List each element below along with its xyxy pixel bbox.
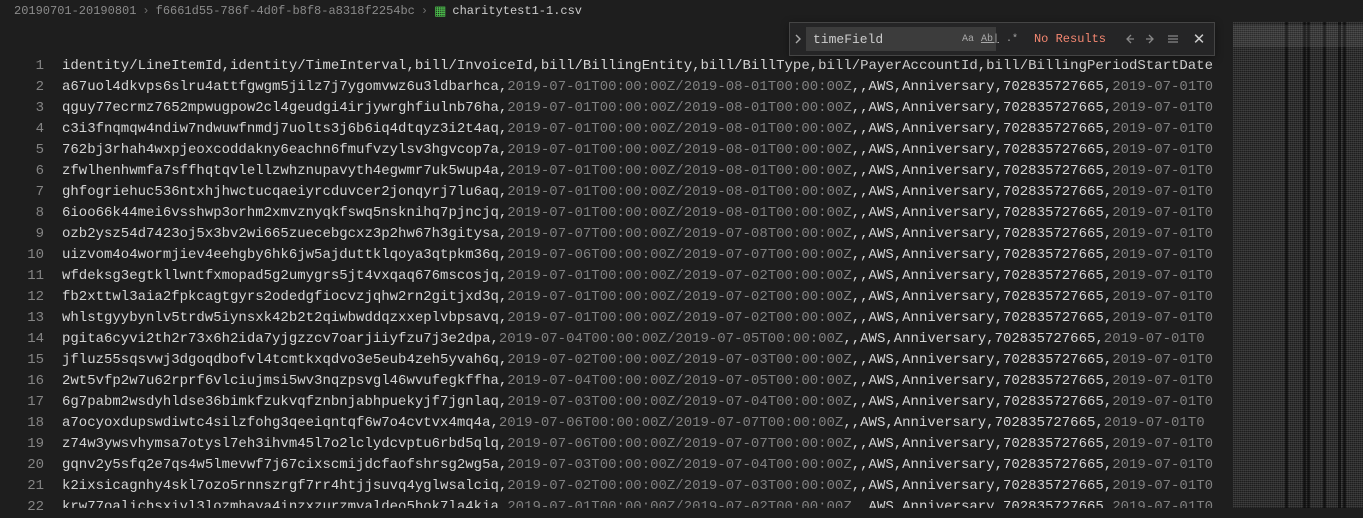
line-number: 15 xyxy=(0,350,62,371)
line-number: 3 xyxy=(0,98,62,119)
csv-header-row: identity/LineItemId,identity/TimeInterva… xyxy=(62,56,1363,77)
find-close-button[interactable]: ✕ xyxy=(1188,28,1210,50)
line-number-gutter: 12345678910111213141516171819202122 xyxy=(0,22,62,508)
find-in-selection-button[interactable] xyxy=(1162,28,1184,50)
find-widget: Aa Ab| .* No Results ✕ xyxy=(789,22,1215,56)
csv-data-row: c3i3fnqmqw4ndiw7ndwuwfnmdj7uolts3j6b6iq4… xyxy=(62,119,1363,140)
line-number: 4 xyxy=(0,119,62,140)
match-case-toggle[interactable]: Aa xyxy=(958,29,978,49)
minimap-col-marker xyxy=(1343,22,1346,508)
line-number: 8 xyxy=(0,203,62,224)
find-nav xyxy=(1114,28,1188,50)
line-number: 20 xyxy=(0,455,62,476)
line-number: 1 xyxy=(0,56,62,77)
line-number: 6 xyxy=(0,161,62,182)
close-icon: ✕ xyxy=(1193,30,1206,49)
csv-data-row: wfdeksg3egtkllwntfxmopad5g2umygrs5jt4vxq… xyxy=(62,266,1363,287)
arrow-left-icon xyxy=(1122,32,1136,46)
find-options: Aa Ab| .* xyxy=(958,29,1026,49)
breadcrumb-seg-file[interactable]: charitytest1-1.csv xyxy=(452,4,582,18)
line-number: 21 xyxy=(0,476,62,497)
line-number: 5 xyxy=(0,140,62,161)
minimap-col-marker xyxy=(1338,22,1341,508)
line-number: 14 xyxy=(0,329,62,350)
match-whole-word-toggle[interactable]: Ab| xyxy=(980,29,1000,49)
line-number: 17 xyxy=(0,392,62,413)
csv-data-row: ghfogriehuc536ntxhjhwctucqaeiyrcduvcer2j… xyxy=(62,182,1363,203)
find-next-button[interactable] xyxy=(1140,28,1162,50)
line-number: 16 xyxy=(0,371,62,392)
csv-data-row: fb2xttwl3aia2fpkcagtgyrs2odedgfiocvzjqhw… xyxy=(62,287,1363,308)
csv-data-row: 762bj3rhah4wxpjeoxcoddakny6eachn6fmufvzy… xyxy=(62,140,1363,161)
minimap-col-marker xyxy=(1307,22,1310,508)
code-content[interactable]: identity/LineItemId,identity/TimeInterva… xyxy=(62,22,1363,508)
csv-data-row: jfluz55sqsvwj3dgoqdbofvl4tcmtkxqdvo3e5eu… xyxy=(62,350,1363,371)
minimap-col-marker xyxy=(1303,22,1306,508)
minimap-col-marker xyxy=(1323,22,1326,508)
csv-data-row: a7ocyoxdupswdiwtc4silzfohg3qeeiqntqf6w7o… xyxy=(62,413,1363,434)
csv-data-row: z74w3ywsvhymsa7otysl7eh3ihvm45l7o2lclydc… xyxy=(62,434,1363,455)
csv-data-row: whlstgyybynlv5trdw5iynsxk42b2t2qiwbwddqz… xyxy=(62,308,1363,329)
line-number: 7 xyxy=(0,182,62,203)
csv-data-row: 6ioo66k44mei6vsshwp3orhm2xmvznyqkfswq5ns… xyxy=(62,203,1363,224)
minimap[interactable] xyxy=(1233,22,1363,508)
csv-data-row: pgita6cyvi2th2r73x6h2ida7yjgzzcv7oarjiiy… xyxy=(62,329,1363,350)
line-number: 18 xyxy=(0,413,62,434)
chevron-right-icon: › xyxy=(142,4,149,18)
line-number: 11 xyxy=(0,266,62,287)
line-number: 9 xyxy=(0,224,62,245)
csv-data-row: zfwlhenhwmfa7sffhqtqvlellzwhznupavyth4eg… xyxy=(62,161,1363,182)
csv-data-row: qguy77ecrmz7652mpwugpow2cl4geudgi4irjywr… xyxy=(62,98,1363,119)
chevron-right-icon xyxy=(793,34,803,44)
csv-data-row: 2wt5vfp2w7u62rprf6vlciujmsi5wv3nqzpsvgl4… xyxy=(62,371,1363,392)
csv-data-row: a67uol4dkvps6slru4attfgwgm5jilz7j7ygomvw… xyxy=(62,77,1363,98)
csv-data-row: 6g7pabm2wsdyhldse36bimkfzukvqfznbnjabhpu… xyxy=(62,392,1363,413)
line-number: 2 xyxy=(0,77,62,98)
find-results-count: No Results xyxy=(1026,32,1114,46)
line-number: 13 xyxy=(0,308,62,329)
csv-data-row: k2ixsicagnhy4skl7ozo5rnnszrgf7rr4htjjsuv… xyxy=(62,476,1363,497)
csv-data-row: krw77oalichsxivl3lozmhava4inzxzurzmvalde… xyxy=(62,497,1363,508)
csv-file-icon: ▦ xyxy=(434,4,446,19)
selection-icon xyxy=(1166,32,1180,46)
line-number: 19 xyxy=(0,434,62,455)
breadcrumb[interactable]: 20190701-20190801 › f6661d55-786f-4d0f-b… xyxy=(0,0,1363,22)
line-number: 12 xyxy=(0,287,62,308)
find-prev-button[interactable] xyxy=(1118,28,1140,50)
editor-area[interactable]: 12345678910111213141516171819202122 iden… xyxy=(0,22,1363,508)
find-replace-toggle[interactable] xyxy=(790,23,806,55)
chevron-right-icon: › xyxy=(421,4,428,18)
csv-data-row: gqnv2y5sfq2e7qs4w5lmevwf7j67cixscmijdcfa… xyxy=(62,455,1363,476)
regex-toggle[interactable]: .* xyxy=(1002,29,1022,49)
csv-data-row: uizvom4o4wormjiev4eehgby6hk6jw5ajduttklq… xyxy=(62,245,1363,266)
arrow-right-icon xyxy=(1144,32,1158,46)
line-number: 10 xyxy=(0,245,62,266)
minimap-viewport[interactable] xyxy=(1233,25,1363,47)
csv-data-row: ozb2ysz54d7423oj5x3bv2wi665zuecebgcxz3p2… xyxy=(62,224,1363,245)
breadcrumb-seg-folder1[interactable]: 20190701-20190801 xyxy=(14,4,136,18)
breadcrumb-seg-folder2[interactable]: f6661d55-786f-4d0f-b8f8-a8318f2254bc xyxy=(156,4,415,18)
minimap-col-marker xyxy=(1285,22,1288,508)
